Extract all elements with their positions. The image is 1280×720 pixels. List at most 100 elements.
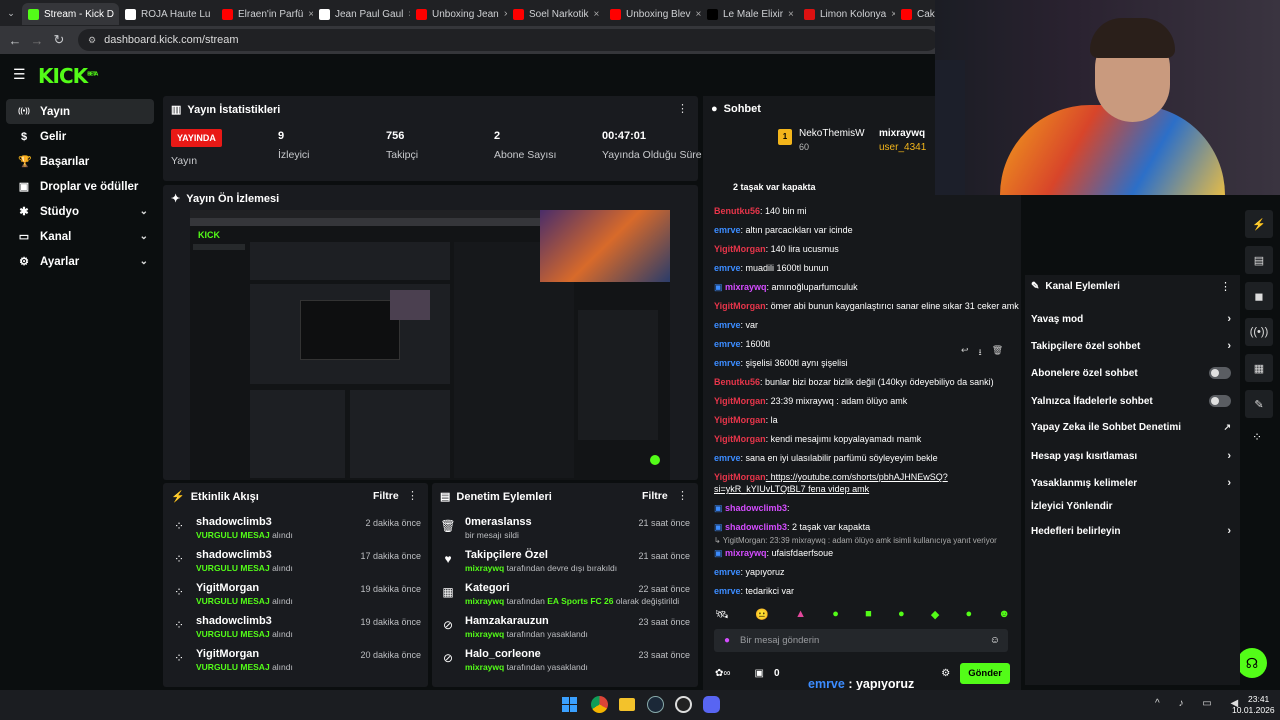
- delete-icon[interactable]: 🗑: [992, 345, 1003, 361]
- chat-username[interactable]: YigitMorgan: [714, 472, 766, 482]
- chat-username[interactable]: mixraywq: [725, 282, 767, 292]
- channel-action-row[interactable]: Hesap yaşı kısıtlaması ›: [1031, 450, 1231, 462]
- emote-icon[interactable]: ●: [832, 608, 839, 624]
- moderation-row[interactable]: ▦ Kategori mixraywq tarafından EA Sports F…: [440, 582, 690, 612]
- back-icon[interactable]: ←: [4, 33, 26, 48]
- tab-search-icon[interactable]: ⌄: [0, 8, 22, 19]
- chevron-right-icon[interactable]: ›: [1227, 525, 1231, 537]
- leader-user-2[interactable]: mixraywq: [879, 128, 925, 139]
- moderation-actor[interactable]: mixraywq: [465, 596, 504, 606]
- chevron-down-icon[interactable]: ⌄: [140, 206, 148, 217]
- sidebar-item[interactable]: ▭ Kanal ⌄: [6, 224, 154, 249]
- rail-apps-icon[interactable]: ⁘: [1252, 430, 1262, 444]
- steam-icon[interactable]: [647, 696, 664, 713]
- chat-message[interactable]: emrve: sana en iyi ulasılabilir parfümü …: [714, 453, 938, 463]
- rail-layout-icon[interactable]: ▦: [1245, 354, 1273, 382]
- chat-message[interactable]: YigitMorgan: ömer abi bunun kayganlaştır…: [714, 301, 1019, 311]
- browser-tab[interactable]: Limon Kolonya ×: [798, 3, 895, 25]
- moderation-row[interactable]: ⊘ Hamzakarauzun mixraywq tarafından yasakl…: [440, 615, 690, 645]
- channel-action-row[interactable]: Yapay Zeka ile Sohbet Denetimi ↗: [1031, 422, 1231, 433]
- chevron-right-icon[interactable]: ›: [1227, 313, 1231, 325]
- emote-icon[interactable]: ●: [898, 608, 905, 624]
- chat-username[interactable]: mixraywq: [725, 548, 767, 558]
- channel-action-row[interactable]: Yavaş mod ›: [1031, 313, 1231, 325]
- rail-document-icon[interactable]: ▤: [1245, 246, 1273, 274]
- activity-row[interactable]: ⁘ shadowclimb3 VURGULU MESAJ alındı 19 daki…: [171, 615, 421, 645]
- browser-tab[interactable]: ROJA Haute Lu×: [119, 3, 216, 25]
- chevron-down-icon[interactable]: ⌄: [140, 231, 148, 242]
- chat-username[interactable]: emrve: [714, 263, 741, 273]
- chrome-icon[interactable]: [591, 696, 608, 713]
- chat-message[interactable]: ▣ shadowclimb3:: [714, 503, 790, 514]
- emote-icon[interactable]: ▲: [795, 608, 806, 624]
- rail-bolt-icon[interactable]: ⚡: [1245, 210, 1273, 238]
- browser-tab[interactable]: Unboxing Blev ×: [604, 3, 701, 25]
- chat-username[interactable]: YigitMorgan: [714, 396, 766, 406]
- channel-action-row[interactable]: Yasaklanmış kelimeler ›: [1031, 477, 1231, 489]
- chat-username[interactable]: YigitMorgan: [714, 244, 766, 254]
- chat-message[interactable]: YigitMorgan: https://youtube.com/shorts/…: [714, 472, 948, 482]
- chevron-down-icon[interactable]: ⌄: [140, 256, 148, 267]
- emote-icon[interactable]: ◆: [931, 608, 939, 624]
- url-field[interactable]: ⚙ dashboard.kick.com/stream: [78, 29, 938, 51]
- emote-icon[interactable]: 😐: [755, 608, 769, 624]
- toggle-switch[interactable]: [1209, 395, 1231, 407]
- chat-message[interactable]: emrve: 1600tl: [714, 339, 770, 349]
- channel-action-row[interactable]: İzleyici Yönlendir: [1031, 501, 1231, 512]
- chat-message[interactable]: YigitMorgan: 23:39 mixraywq : adam ölüyo…: [714, 396, 907, 406]
- chat-message[interactable]: YigitMorgan: 140 lira ucusmus: [714, 244, 839, 254]
- chat-message[interactable]: YigitMorgan: la: [714, 415, 778, 425]
- emote-icon[interactable]: ■: [865, 608, 872, 624]
- activity-filter-button[interactable]: Filtre: [373, 490, 399, 502]
- toggle-switch[interactable]: [1209, 367, 1231, 379]
- external-link-icon[interactable]: ↗: [1223, 422, 1231, 433]
- chat-username[interactable]: YigitMorgan: [714, 434, 766, 444]
- chat-message[interactable]: emrve: altın parcacıkları var icinde: [714, 225, 853, 235]
- browser-tab[interactable]: Stream - Kick D×: [22, 3, 119, 25]
- moderation-row[interactable]: ⊘ Halo_corleone mixraywq tarafından yasakl…: [440, 648, 690, 678]
- emoji-icon[interactable]: ☺: [990, 635, 1000, 646]
- chat-message[interactable]: emrve: şişelisi 3600tl aynı şişelisi: [714, 358, 848, 368]
- forward-icon[interactable]: →: [26, 33, 48, 48]
- chat-username[interactable]: shadowclimb3: [725, 522, 787, 532]
- leader-user-1[interactable]: NekoThemisW: [799, 128, 865, 139]
- reload-icon[interactable]: ↻: [48, 32, 70, 48]
- leader-user-3[interactable]: user_4341: [879, 142, 926, 153]
- sidebar-item[interactable]: ▣ Droplar ve ödüller: [6, 174, 154, 199]
- activity-row[interactable]: ⁘ YigitMorgan VURGULU MESAJ alındı 19 dakik…: [171, 582, 421, 612]
- chevron-right-icon[interactable]: ›: [1227, 340, 1231, 352]
- chevron-right-icon[interactable]: ›: [1227, 450, 1231, 462]
- sidebar-item[interactable]: 🏆 Başarılar: [6, 149, 154, 174]
- site-info-icon[interactable]: ⚙: [88, 35, 96, 46]
- tab-close-icon[interactable]: ×: [593, 9, 599, 20]
- sidebar-item[interactable]: ✱ Stüdyo ⌄: [6, 199, 154, 224]
- chat-username[interactable]: Benutku56: [714, 377, 760, 387]
- moderation-actor[interactable]: mixraywq: [465, 629, 504, 639]
- channel-action-row[interactable]: Takipçilere özel sohbet ›: [1031, 340, 1231, 352]
- channel-action-row[interactable]: Yalnızca İfadelerle sohbet: [1031, 395, 1231, 407]
- chat-username[interactable]: emrve: [714, 225, 741, 235]
- support-button[interactable]: ☊: [1237, 648, 1267, 678]
- moderation-filter-button[interactable]: Filtre: [642, 490, 668, 502]
- browser-tab[interactable]: Le Male Elixir ×: [701, 3, 798, 25]
- stream-preview-video[interactable]: KICK: [190, 210, 670, 480]
- pin-icon[interactable]: ⭳: [979, 345, 982, 361]
- chat-message[interactable]: si=ykR_kYIUvLTQtBL7 fena videp amk: [714, 484, 869, 494]
- channel-actions-more-icon[interactable]: ⋮: [1220, 280, 1231, 293]
- rewards-icon[interactable]: ✿∞: [715, 668, 731, 679]
- chat-message[interactable]: Benutku56: 140 bin mi: [714, 206, 807, 216]
- chat-message[interactable]: emrve: tedarikci var: [714, 586, 794, 596]
- discord-icon[interactable]: [703, 696, 720, 713]
- chat-username[interactable]: emrve: [714, 567, 741, 577]
- folder-icon[interactable]: [619, 698, 635, 711]
- tab-close-icon[interactable]: ×: [788, 9, 794, 20]
- emote-icon[interactable]: ●: [966, 608, 973, 624]
- chat-username[interactable]: emrve: [714, 586, 741, 596]
- chat-message[interactable]: ▣ shadowclimb3: 2 taşak var kapakta: [714, 522, 870, 533]
- chat-message[interactable]: emrve: yapıyoruz: [714, 567, 785, 577]
- rail-wrench-icon[interactable]: ✎: [1245, 390, 1273, 418]
- chat-username[interactable]: emrve: [714, 358, 741, 368]
- emote-icon[interactable]: ☻: [998, 608, 1010, 624]
- sidebar-item[interactable]: ((•)) Yayın: [6, 99, 154, 124]
- more-icon[interactable]: ⋮: [677, 102, 688, 115]
